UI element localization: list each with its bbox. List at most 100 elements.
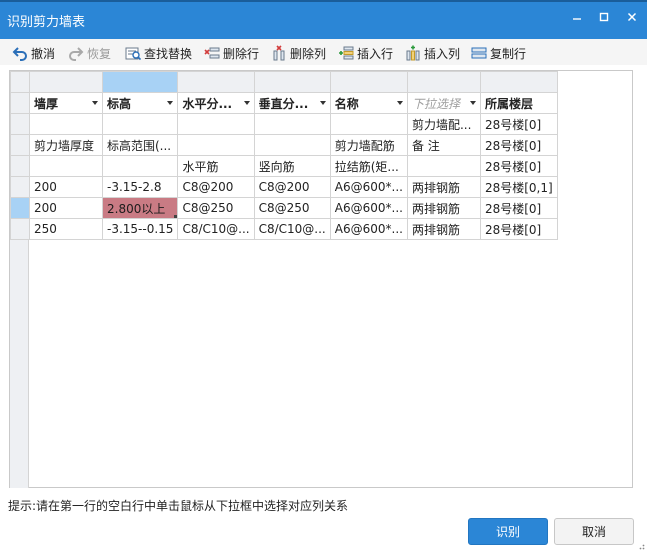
maximize-icon — [599, 12, 609, 22]
cell[interactable]: 28号楼[0] — [479, 218, 558, 240]
cell[interactable]: 两排钢筋 — [406, 218, 481, 240]
cell[interactable]: C8@250 — [177, 197, 255, 219]
row-header[interactable] — [10, 155, 30, 177]
insert-col-label: 插入列 — [424, 46, 461, 61]
redo-label: 恢复 — [87, 46, 112, 61]
cell[interactable]: 标高范围(... — [101, 134, 179, 156]
cell[interactable]: A6@600*... — [329, 176, 408, 198]
row-header-selected[interactable] — [10, 197, 30, 219]
undo-label: 撤消 — [31, 46, 56, 61]
row-header-strip — [10, 239, 29, 488]
column-header-selected[interactable] — [101, 71, 179, 93]
cell[interactable] — [29, 155, 103, 177]
cell[interactable]: C8@200 — [253, 176, 331, 198]
insert-row-icon — [338, 45, 354, 61]
cell[interactable]: 水平筋 — [177, 155, 255, 177]
cell[interactable]: 两排钢筋 — [406, 176, 481, 198]
cell[interactable]: A6@600*... — [329, 197, 408, 219]
copy-row-label: 复制行 — [490, 46, 527, 61]
delete-row-icon — [204, 45, 220, 61]
cell[interactable]: 200 — [29, 197, 103, 219]
header-dropdown-unassigned[interactable]: 下拉选择 — [406, 92, 481, 114]
find-replace-icon — [125, 45, 141, 61]
cell[interactable] — [406, 155, 481, 177]
close-button[interactable] — [623, 10, 641, 28]
cell[interactable]: 28号楼[0] — [479, 134, 558, 156]
header-dropdown-horizontal[interactable]: 水平分... — [177, 92, 255, 114]
column-header[interactable] — [406, 71, 481, 93]
cell[interactable]: 竖向筋 — [253, 155, 331, 177]
cell[interactable] — [29, 113, 103, 135]
cell[interactable]: 200 — [29, 176, 103, 198]
maximize-button[interactable] — [595, 10, 613, 28]
chevron-down-icon — [469, 101, 476, 105]
cell[interactable] — [101, 155, 179, 177]
chevron-down-icon — [167, 101, 174, 105]
column-header[interactable] — [329, 71, 408, 93]
cell[interactable]: 两排钢筋 — [406, 197, 481, 219]
row-header[interactable] — [10, 113, 30, 135]
copy-row-button[interactable]: 复制行 — [471, 43, 526, 63]
cell[interactable]: -3.15--0.15 — [101, 218, 179, 240]
cell[interactable]: 备 注 — [406, 134, 481, 156]
header-floor[interactable]: 所属楼层 — [479, 92, 558, 114]
table-row: 200 -3.15-2.8 C8@200 C8@200 A6@600*... 两… — [10, 176, 558, 198]
column-header[interactable] — [253, 71, 331, 93]
redo-button[interactable]: 恢复 — [68, 43, 111, 63]
cell[interactable]: A6@600*... — [329, 218, 408, 240]
chevron-down-icon — [243, 101, 250, 105]
cancel-button[interactable]: 取消 — [554, 518, 634, 545]
row-header[interactable] — [10, 218, 30, 240]
corner-cell[interactable] — [10, 71, 30, 93]
cell[interactable] — [177, 113, 255, 135]
cell[interactable] — [253, 113, 331, 135]
insert-row-button[interactable]: 插入行 — [338, 43, 393, 63]
cell[interactable]: 28号楼[0,1] — [479, 176, 558, 198]
cell[interactable]: C8@250 — [253, 197, 331, 219]
cell[interactable]: 28号楼[0] — [479, 155, 558, 177]
toolbar: 撤消 恢复 查找替换 删除行 删除列 插入行 插入列 复制行 — [0, 39, 647, 65]
cell[interactable]: 28号楼[0] — [479, 113, 558, 135]
resize-grip-icon[interactable] — [637, 542, 645, 550]
cell[interactable]: 250 — [29, 218, 103, 240]
find-replace-button[interactable]: 查找替换 — [125, 43, 192, 63]
cell[interactable]: C8/C10@... — [177, 218, 255, 240]
column-header[interactable] — [479, 71, 558, 93]
cell[interactable]: 剪力墙配... — [406, 113, 481, 135]
header-dropdown-wall-thickness[interactable]: 墙厚 — [29, 92, 103, 114]
cell[interactable]: 剪力墙配筋 — [329, 134, 408, 156]
cell[interactable]: 28号楼[0] — [479, 197, 558, 219]
table-row-selected: 200 2.800以上 C8@250 C8@250 A6@600*... 两排钢… — [10, 197, 558, 219]
cell[interactable]: C8/C10@... — [253, 218, 331, 240]
cell[interactable]: -3.15-2.8 — [101, 176, 179, 198]
row-header[interactable] — [10, 134, 30, 156]
cell[interactable] — [177, 134, 255, 156]
header-dropdown-name[interactable]: 名称 — [329, 92, 408, 114]
minimize-button[interactable] — [568, 10, 586, 28]
header-dropdown-elevation[interactable]: 标高 — [101, 92, 179, 114]
row-header[interactable] — [10, 92, 30, 114]
delete-row-button[interactable]: 删除行 — [204, 43, 259, 63]
active-cell[interactable]: 2.800以上 — [101, 197, 179, 219]
cell[interactable]: C8@200 — [177, 176, 255, 198]
column-header[interactable] — [177, 71, 255, 93]
column-header[interactable] — [29, 71, 103, 93]
cell[interactable] — [101, 113, 179, 135]
header-dropdown-vertical[interactable]: 垂直分... — [253, 92, 331, 114]
find-replace-label: 查找替换 — [144, 46, 193, 61]
recognition-grid[interactable]: 墙厚 标高 水平分... 垂直分... 名称 下拉选择 所属楼层 剪力墙配...… — [9, 70, 633, 488]
copy-row-icon — [471, 45, 487, 61]
cell[interactable] — [253, 134, 331, 156]
cell[interactable]: 拉结筋(矩... — [329, 155, 408, 177]
title-bar-top-line — [0, 0, 647, 2]
table-row: 水平筋 竖向筋 拉结筋(矩... 28号楼[0] — [10, 155, 558, 177]
undo-button[interactable]: 撤消 — [12, 43, 55, 63]
insert-col-button[interactable]: 插入列 — [405, 43, 460, 63]
chevron-down-icon — [92, 101, 98, 105]
delete-col-button[interactable]: 删除列 — [271, 43, 326, 63]
cell[interactable]: 剪力墙厚度 — [29, 134, 103, 156]
cell[interactable] — [329, 113, 408, 135]
chevron-down-icon — [396, 101, 403, 105]
row-header[interactable] — [10, 176, 30, 198]
recognize-button[interactable]: 识别 — [468, 518, 548, 545]
